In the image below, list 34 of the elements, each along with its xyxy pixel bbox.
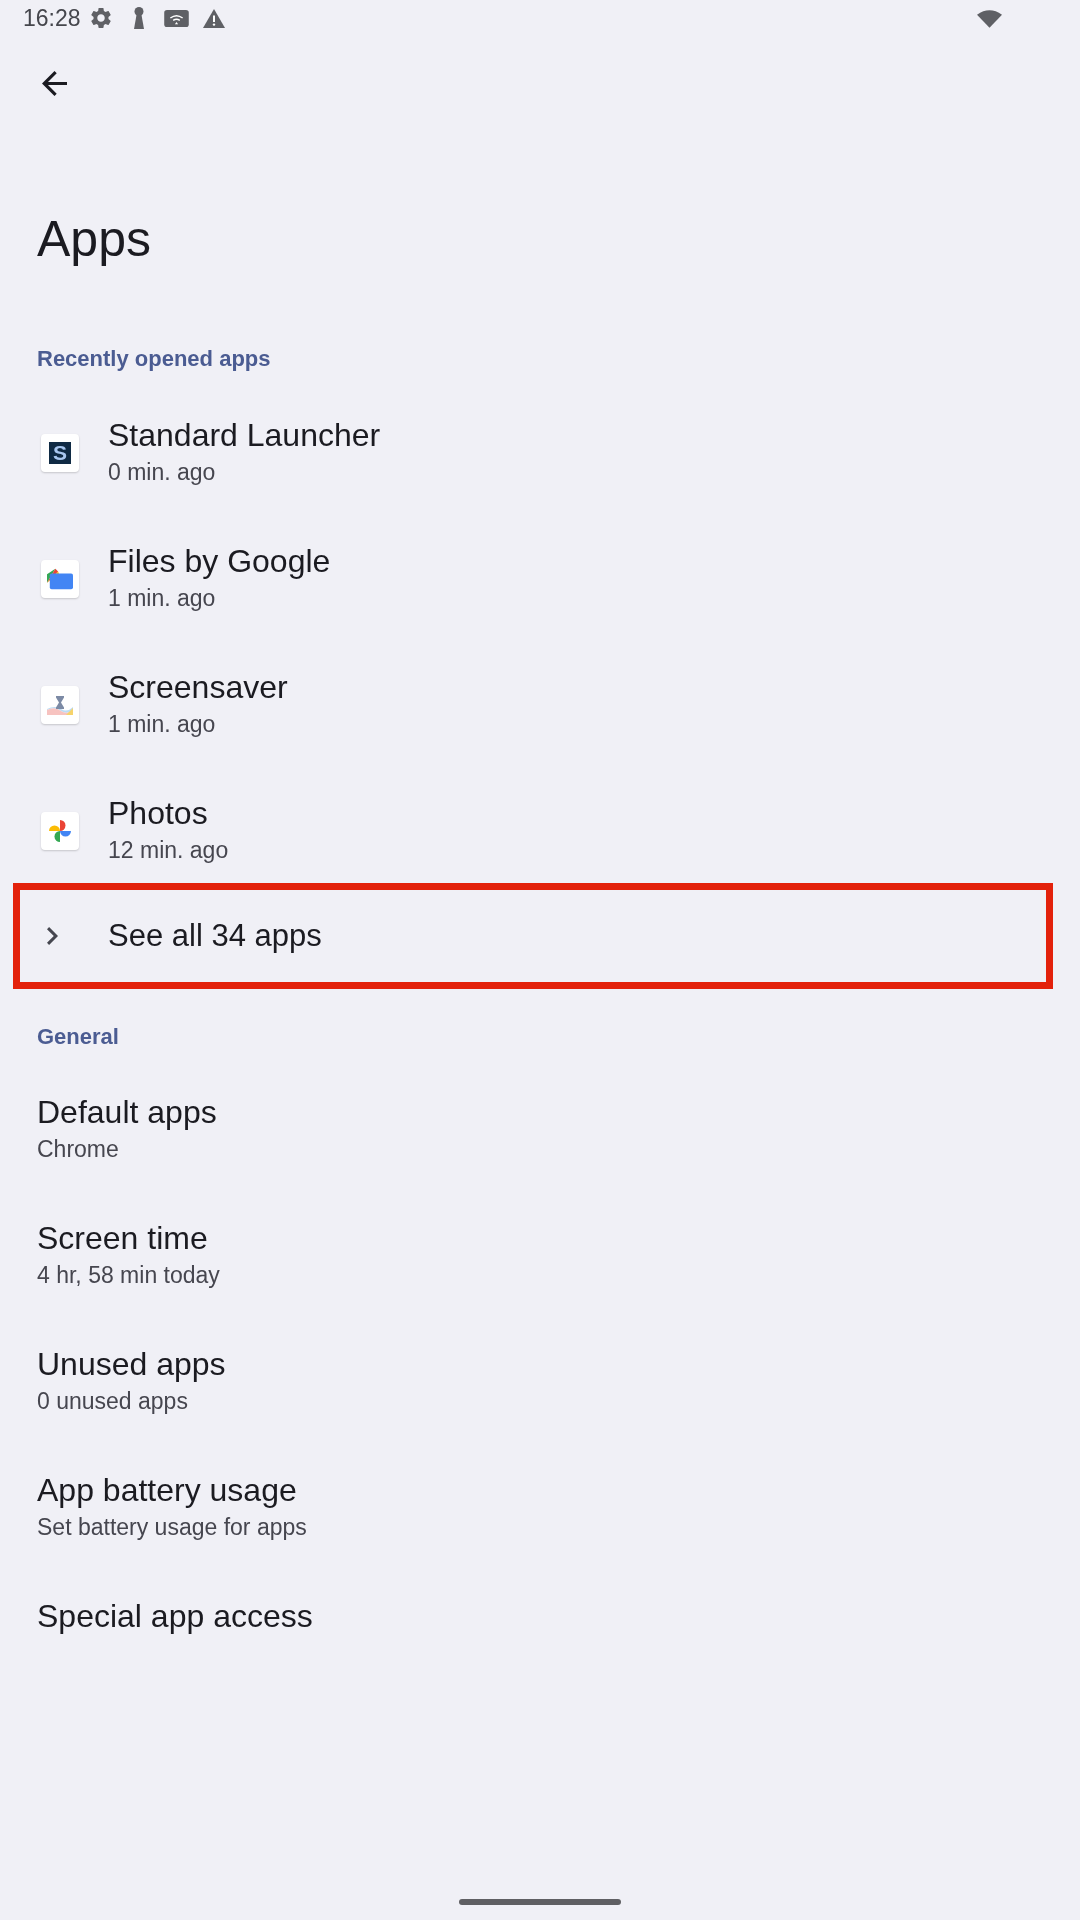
see-all-apps-button[interactable]: See all 34 apps [13, 883, 1053, 989]
last-opened-time: 0 min. ago [108, 458, 216, 487]
warning-icon [202, 8, 225, 28]
setting-title[interactable]: Special app access [37, 1597, 313, 1635]
app-name[interactable]: Screensaver [108, 668, 288, 706]
app-name[interactable]: Photos [108, 794, 208, 832]
wifi-screen-icon [163, 9, 189, 27]
last-opened-time: 1 min. ago [108, 710, 216, 739]
back-arrow-icon[interactable] [42, 70, 67, 96]
section-header: Recently opened apps [36, 345, 272, 373]
chevron-right-icon [47, 927, 58, 945]
section-header: General [36, 1023, 120, 1051]
folder-icon [41, 560, 79, 598]
app-name[interactable]: Standard Launcher [108, 416, 381, 454]
keyhole-icon [131, 7, 146, 29]
setting-summary: Set battery usage for apps [37, 1513, 307, 1542]
app-name[interactable]: Files by Google [108, 542, 331, 580]
setting-title[interactable]: Screen time [37, 1219, 208, 1257]
settings-icon [90, 8, 111, 28]
gesture-handle[interactable] [459, 1899, 621, 1905]
app-logo: S [41, 434, 79, 472]
setting-title[interactable]: Default apps [37, 1093, 217, 1131]
page-title: Apps [36, 210, 152, 269]
setting-summary: 0 unused apps [37, 1387, 188, 1416]
setting-summary: Chrome [37, 1135, 119, 1164]
setting-summary: 4 hr, 58 min today [37, 1261, 220, 1290]
setting-title[interactable]: App battery usage [37, 1471, 297, 1509]
status-time: 16:28 [23, 5, 81, 31]
wifi-icon [977, 8, 1002, 28]
hourglass-landscape-icon [41, 686, 79, 724]
last-opened-time: 1 min. ago [108, 584, 216, 613]
pinwheel-icon [41, 812, 79, 850]
last-opened-time: 12 min. ago [108, 836, 229, 865]
setting-title[interactable]: Unused apps [37, 1345, 226, 1383]
